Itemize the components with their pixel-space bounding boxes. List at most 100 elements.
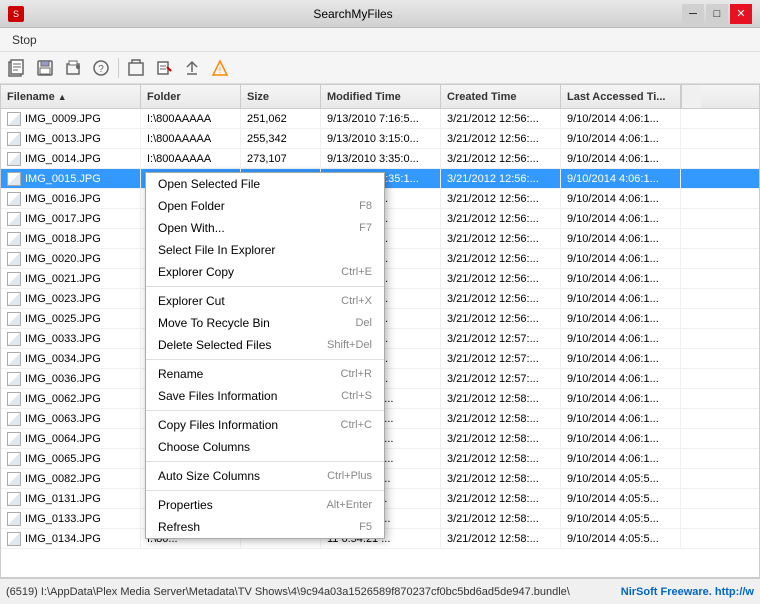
ctx-item-shortcut: Ctrl+X: [341, 295, 372, 307]
col-created[interactable]: Created Time: [441, 85, 561, 108]
file-icon: [7, 412, 21, 426]
ctx-item-label: Delete Selected Files: [158, 338, 271, 352]
ctx-item-label: Explorer Cut: [158, 294, 225, 308]
context-menu: Open Selected File Open Folder F8 Open With…: [145, 172, 385, 539]
cell-accessed: 9/10/2014 4:05:5...: [561, 489, 681, 508]
menu-bar: Stop: [0, 28, 760, 52]
table-row[interactable]: IMG_0014.JPG I:\800AAAAA 273,107 9/13/20…: [1, 149, 759, 169]
cell-folder: I:\800AAAAA: [141, 129, 241, 148]
col-modified[interactable]: Modified Time: [321, 85, 441, 108]
toolbar: ? !: [0, 52, 760, 84]
toolbar-btn-1[interactable]: [4, 55, 30, 81]
title-bar: S SearchMyFiles ─ □ ✕: [0, 0, 760, 28]
context-menu-item[interactable]: RefreshF5: [146, 516, 384, 538]
toolbar-btn-7[interactable]: [179, 55, 205, 81]
cell-modified: 9/13/2010 3:15:0...: [321, 129, 441, 148]
toolbar-btn-2[interactable]: [32, 55, 58, 81]
col-folder[interactable]: Folder: [141, 85, 241, 108]
col-accessed[interactable]: Last Accessed Ti...: [561, 85, 681, 108]
cell-created: 3/21/2012 12:56:...: [441, 309, 561, 328]
cell-filename: IMG_0134.JPG: [1, 529, 141, 548]
cell-created: 3/21/2012 12:56:...: [441, 189, 561, 208]
cell-filename: IMG_0131.JPG: [1, 489, 141, 508]
status-right: NirSoft Freeware. http://w: [621, 586, 754, 598]
file-icon: [7, 352, 21, 366]
context-menu-separator: [146, 461, 384, 462]
cell-created: 3/21/2012 12:56:...: [441, 109, 561, 128]
ctx-item-shortcut: F8: [359, 200, 372, 212]
cell-accessed: 9/10/2014 4:06:1...: [561, 369, 681, 388]
context-menu-item[interactable]: RenameCtrl+R: [146, 363, 384, 385]
ctx-item-shortcut: Ctrl+R: [341, 368, 372, 380]
context-menu-item[interactable]: Auto Size ColumnsCtrl+Plus: [146, 465, 384, 487]
cell-created: 3/21/2012 12:56:...: [441, 169, 561, 188]
cell-filename: IMG_0009.JPG: [1, 109, 141, 128]
cell-filename: IMG_0020.JPG: [1, 249, 141, 268]
cell-size: 273,107: [241, 149, 321, 168]
ctx-item-label: Open With...: [158, 221, 225, 235]
maximize-button[interactable]: □: [706, 4, 728, 24]
file-icon: [7, 312, 21, 326]
cell-created: 3/21/2012 12:58:...: [441, 389, 561, 408]
file-icon: [7, 232, 21, 246]
cell-accessed: 9/10/2014 4:06:1...: [561, 409, 681, 428]
menu-stop[interactable]: Stop: [6, 31, 43, 49]
cell-created: 3/21/2012 12:57:...: [441, 349, 561, 368]
context-menu-item[interactable]: PropertiesAlt+Enter: [146, 494, 384, 516]
minimize-button[interactable]: ─: [682, 4, 704, 24]
cell-filename: IMG_0021.JPG: [1, 269, 141, 288]
file-icon: [7, 532, 21, 546]
sort-icon: ▲: [58, 92, 67, 102]
cell-accessed: 9/10/2014 4:06:1...: [561, 309, 681, 328]
toolbar-separator-1: [118, 58, 119, 78]
cell-filename: IMG_0063.JPG: [1, 409, 141, 428]
cell-created: 3/21/2012 12:56:...: [441, 249, 561, 268]
context-menu-item[interactable]: Save Files InformationCtrl+S: [146, 385, 384, 407]
cell-created: 3/21/2012 12:57:...: [441, 329, 561, 348]
ctx-item-label: Select File In Explorer: [158, 243, 275, 257]
context-menu-item[interactable]: Explorer Cut Ctrl+X: [146, 290, 384, 312]
cell-accessed: 9/10/2014 4:06:1...: [561, 229, 681, 248]
context-menu-item[interactable]: Move To Recycle BinDel: [146, 312, 384, 334]
cell-created: 3/21/2012 12:56:...: [441, 149, 561, 168]
col-size[interactable]: Size: [241, 85, 321, 108]
cell-filename: IMG_0023.JPG: [1, 289, 141, 308]
context-menu-item[interactable]: Choose Columns: [146, 436, 384, 458]
cell-accessed: 9/10/2014 4:06:1...: [561, 349, 681, 368]
file-icon: [7, 132, 21, 146]
context-menu-item[interactable]: Copy Files InformationCtrl+C: [146, 414, 384, 436]
table-row[interactable]: IMG_0013.JPG I:\800AAAAA 255,342 9/13/20…: [1, 129, 759, 149]
cell-filename: IMG_0082.JPG: [1, 469, 141, 488]
cell-accessed: 9/10/2014 4:06:1...: [561, 329, 681, 348]
toolbar-btn-8[interactable]: !: [207, 55, 233, 81]
context-menu-item[interactable]: Select File In Explorer: [146, 239, 384, 261]
close-button[interactable]: ✕: [730, 4, 752, 24]
cell-filename: IMG_0017.JPG: [1, 209, 141, 228]
ctx-item-shortcut: Ctrl+Plus: [327, 470, 372, 482]
cell-filename: IMG_0133.JPG: [1, 509, 141, 528]
context-menu-item[interactable]: Open With...F7: [146, 217, 384, 239]
col-filename[interactable]: Filename ▲: [1, 85, 141, 108]
toolbar-btn-3[interactable]: [60, 55, 86, 81]
toolbar-btn-6[interactable]: [151, 55, 177, 81]
toolbar-btn-4[interactable]: ?: [88, 55, 114, 81]
cell-filename: IMG_0065.JPG: [1, 449, 141, 468]
context-menu-item[interactable]: Explorer CopyCtrl+E: [146, 261, 384, 283]
file-icon: [7, 372, 21, 386]
cell-size: 251,062: [241, 109, 321, 128]
cell-filename: IMG_0036.JPG: [1, 369, 141, 388]
context-menu-item[interactable]: Delete Selected FilesShift+Del: [146, 334, 384, 356]
file-icon: [7, 332, 21, 346]
context-menu-item[interactable]: Open Selected File: [146, 173, 384, 195]
window-title: SearchMyFiles: [313, 7, 392, 21]
ctx-item-shortcut: Del: [355, 317, 372, 329]
table-row[interactable]: IMG_0009.JPG I:\800AAAAA 251,062 9/13/20…: [1, 109, 759, 129]
cell-filename: IMG_0014.JPG: [1, 149, 141, 168]
cell-accessed: 9/10/2014 4:06:1...: [561, 109, 681, 128]
toolbar-btn-5[interactable]: [123, 55, 149, 81]
cell-created: 3/21/2012 12:58:...: [441, 409, 561, 428]
cell-filename: IMG_0015.JPG: [1, 169, 141, 188]
ctx-item-label: Open Folder: [158, 199, 225, 213]
cell-created: 3/21/2012 12:58:...: [441, 529, 561, 548]
context-menu-item[interactable]: Open Folder F8: [146, 195, 384, 217]
